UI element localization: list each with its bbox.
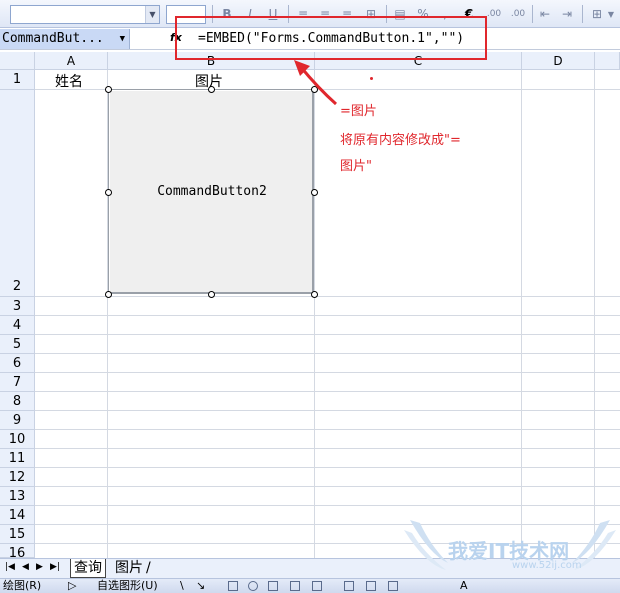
arrow-icon[interactable]: ↘ [196, 579, 205, 593]
autoshapes-button[interactable]: 自选图形(U) [97, 579, 158, 593]
wordart-icon[interactable] [290, 581, 300, 591]
annotation-line-3: 图片" [340, 159, 372, 174]
font-color-icon[interactable]: A [460, 579, 468, 593]
diagram-icon[interactable] [312, 581, 322, 591]
clipart-icon[interactable] [344, 581, 354, 591]
draw-menu-button[interactable]: 绘图(R) [3, 579, 41, 593]
last-sheet-icon[interactable]: ▶| [50, 562, 60, 572]
tab-sheet-picture[interactable]: 图片 [112, 559, 146, 578]
annotation-arrow-icon [294, 60, 337, 106]
textbox-icon[interactable] [268, 581, 278, 591]
next-sheet-icon[interactable]: ▶ [36, 562, 43, 572]
oval-icon[interactable] [248, 581, 258, 591]
annotation-line-1: =图片 [340, 104, 377, 119]
first-sheet-icon[interactable]: |◀ [5, 562, 15, 572]
tab-divider: / [146, 560, 151, 576]
select-objects-icon[interactable]: ▷ [68, 579, 76, 593]
tab-sheet-query[interactable]: 查询 [70, 559, 106, 578]
rectangle-icon[interactable] [228, 581, 238, 591]
watermark-url: www.52ij.com [512, 560, 582, 571]
annotation-dot [370, 77, 373, 80]
annotation-line-2: 将原有内容修改成"= [340, 133, 461, 148]
drawing-toolbar: 绘图(R) ▷ 自选图形(U) \ ↘ A [0, 578, 620, 593]
prev-sheet-icon[interactable]: ◀ [22, 562, 29, 572]
fill-color-icon[interactable] [388, 581, 398, 591]
site-watermark: 我爱IT技术网 www.52ij.com [400, 515, 620, 578]
picture-icon[interactable] [366, 581, 376, 591]
line-icon[interactable]: \ [180, 579, 184, 593]
